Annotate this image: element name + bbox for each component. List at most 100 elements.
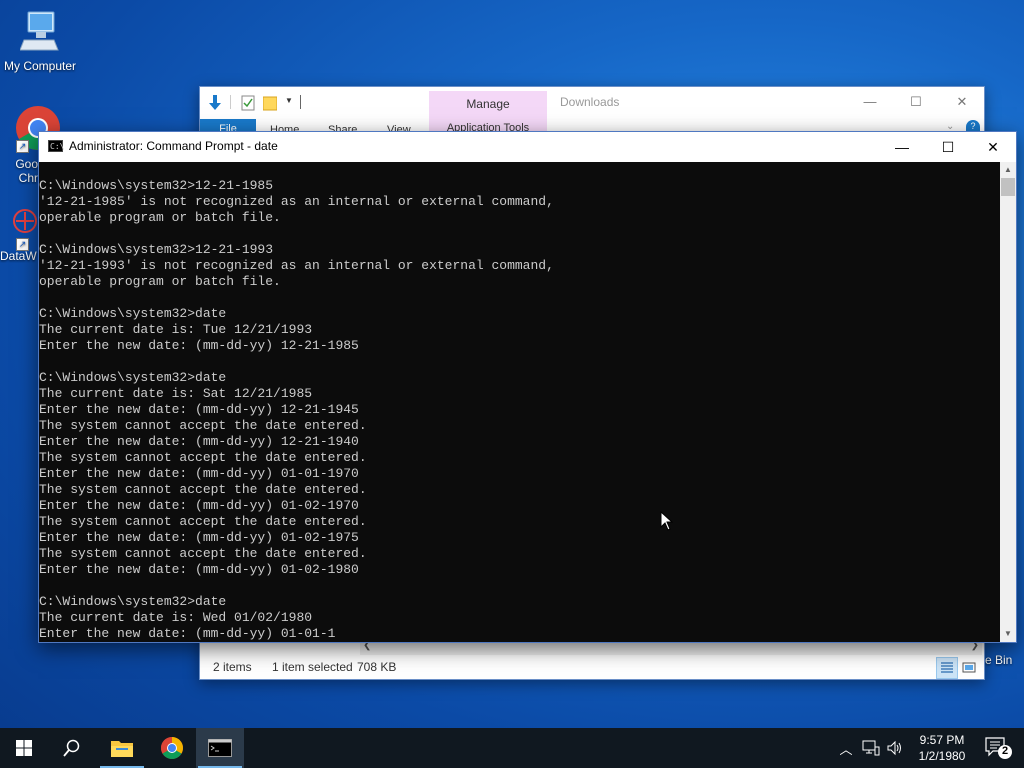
- console-line: '12-21-1993' is not recognized as an int…: [39, 258, 554, 273]
- console-line: The system cannot accept the date entere…: [39, 514, 367, 529]
- scroll-thumb[interactable]: [1001, 178, 1015, 196]
- console-line: Enter the new date: (mm-dd-yy) 12-21-194…: [39, 402, 359, 417]
- tab-home[interactable]: Home: [270, 121, 299, 131]
- action-center-button[interactable]: 2: [984, 736, 1014, 760]
- speaker-icon: [887, 740, 901, 756]
- console-line: The system cannot accept the date entere…: [39, 450, 367, 465]
- network-icon: [862, 740, 880, 756]
- minimize-button[interactable]: —: [847, 91, 893, 113]
- command-prompt-window[interactable]: C:\ Administrator: Command Prompt - date…: [38, 131, 1017, 643]
- shortcut-arrow-icon: ↗: [16, 140, 29, 153]
- tab-manage[interactable]: Manage: [429, 91, 547, 117]
- tab-application-tools[interactable]: Application Tools: [429, 117, 547, 131]
- console-line: Enter the new date: (mm-dd-yy) 01-02-197…: [39, 530, 359, 545]
- status-item-count: 2 items: [213, 660, 252, 674]
- close-button[interactable]: ✕: [970, 132, 1016, 162]
- console-line: C:\Windows\system32>12-21-1993: [39, 242, 274, 257]
- terminal-icon: [208, 739, 232, 757]
- console-line: Enter the new date: (mm-dd-yy) 01-02-198…: [39, 562, 359, 577]
- console-line: Enter the new date: (mm-dd-yy) 01-01-1: [39, 626, 336, 641]
- explorer-caption: Downloads: [560, 95, 620, 109]
- console-line: The current date is: Wed 01/02/1980: [39, 610, 313, 625]
- console-line: Enter the new date: (mm-dd-yy) 01-02-197…: [39, 498, 359, 513]
- properties-icon[interactable]: [241, 95, 255, 111]
- cmd-icon: C:\: [48, 140, 65, 152]
- maximize-button[interactable]: ☐: [925, 132, 971, 162]
- console-line: Enter the new date: (mm-dd-yy) 01-01-197…: [39, 466, 359, 481]
- console-line: The current date is: Sat 12/21/1985: [39, 386, 313, 401]
- taskbar: ︿ 9:57 PM 1/2/1980 2: [0, 728, 1024, 768]
- tab-view[interactable]: View: [387, 121, 411, 131]
- search-icon: [63, 739, 80, 757]
- desktop-icon-my-computer[interactable]: My Computer: [0, 10, 80, 73]
- network-button[interactable]: [860, 728, 882, 768]
- status-size: 708 KB: [357, 660, 397, 674]
- large-icons-view-icon: [962, 662, 976, 673]
- divider: [230, 95, 231, 109]
- desktop-icon-google-chrome[interactable]: ↗ Goo Chr: [0, 104, 60, 185]
- console-line: The system cannot accept the date entere…: [39, 418, 367, 433]
- console-line: The current date is: Tue 12/21/1993: [39, 322, 313, 337]
- shortcut-arrow-icon: ↗: [16, 238, 29, 251]
- taskbar-chrome[interactable]: [148, 728, 196, 768]
- console-output[interactable]: C:\Windows\system32>12-21-1985'12-21-198…: [39, 162, 999, 642]
- explorer-titlebar[interactable]: ▼ Manage Application Tools Downloads — ☐…: [200, 87, 984, 131]
- clock-time: 9:57 PM: [919, 733, 965, 747]
- details-view-icon: [941, 662, 953, 673]
- large-icons-view-button[interactable]: [958, 657, 980, 679]
- cmd-titlebar[interactable]: C:\ Administrator: Command Prompt - date…: [39, 132, 1016, 162]
- notification-count-badge: 2: [1001, 745, 1009, 757]
- recycle-bin-label[interactable]: e Bin: [985, 653, 1012, 667]
- volume-button[interactable]: [884, 728, 906, 768]
- console-line: C:\Windows\system32>date: [39, 306, 227, 321]
- scroll-down-icon[interactable]: ▼: [1000, 626, 1016, 642]
- window-title: Administrator: Command Prompt - date: [69, 139, 278, 153]
- tab-file[interactable]: File: [200, 119, 256, 131]
- computer-icon: [19, 11, 59, 51]
- console-line: operable program or batch file.: [39, 274, 281, 289]
- tab-share[interactable]: Share: [328, 121, 357, 131]
- status-bar: 2 items 1 item selected 708 KB: [200, 655, 984, 679]
- close-button[interactable]: ✕: [939, 91, 985, 113]
- desktop-icon-label: Goo Chr: [15, 157, 38, 185]
- console-line: Enter the new date: (mm-dd-yy) 12-21-198…: [39, 338, 359, 353]
- show-hidden-icons-button[interactable]: ︿: [836, 728, 856, 768]
- console-line: C:\Windows\system32>12-21-1985: [39, 178, 274, 193]
- collapse-ribbon-icon[interactable]: ⌄: [946, 121, 954, 131]
- desktop-icon-label: DataW: [0, 249, 37, 263]
- clock-date: 1/2/1980: [918, 749, 966, 763]
- taskbar-command-prompt[interactable]: [196, 728, 244, 768]
- console-line: C:\Windows\system32>date: [39, 370, 227, 385]
- console-line: The system cannot accept the date entere…: [39, 482, 367, 497]
- console-line: Enter the new date: (mm-dd-yy) 12-21-194…: [39, 434, 359, 449]
- console-line: The system cannot accept the date entere…: [39, 546, 367, 561]
- desktop-icon-label: My Computer: [3, 59, 77, 73]
- down-arrow-icon[interactable]: [208, 95, 222, 111]
- desktop-icon-datawrapper[interactable]: ↗ DataW: [0, 206, 40, 263]
- start-button[interactable]: [0, 728, 48, 768]
- chrome-icon: [161, 737, 183, 759]
- new-folder-icon[interactable]: [263, 95, 277, 111]
- console-line: operable program or batch file.: [39, 210, 281, 225]
- vertical-scrollbar[interactable]: ▲ ▼: [1000, 162, 1016, 642]
- clock[interactable]: 9:57 PM 1/2/1980: [912, 732, 972, 764]
- console-line: '12-21-1985' is not recognized as an int…: [39, 194, 554, 209]
- help-icon[interactable]: ?: [966, 120, 980, 131]
- scroll-up-icon[interactable]: ▲: [1000, 162, 1016, 178]
- mouse-cursor-icon: [660, 511, 674, 531]
- taskbar-file-explorer[interactable]: [98, 728, 146, 768]
- chevron-up-icon: ︿: [839, 741, 853, 757]
- windows-logo-icon: [16, 740, 32, 756]
- search-button[interactable]: [48, 728, 96, 768]
- folder-icon: [111, 741, 133, 757]
- chevron-down-icon[interactable]: ▼: [285, 96, 293, 105]
- maximize-button[interactable]: ☐: [893, 91, 939, 113]
- minimize-button[interactable]: —: [879, 132, 925, 162]
- details-view-button[interactable]: [936, 657, 958, 679]
- divider: [300, 95, 301, 109]
- console-line: C:\Windows\system32>date: [39, 594, 227, 609]
